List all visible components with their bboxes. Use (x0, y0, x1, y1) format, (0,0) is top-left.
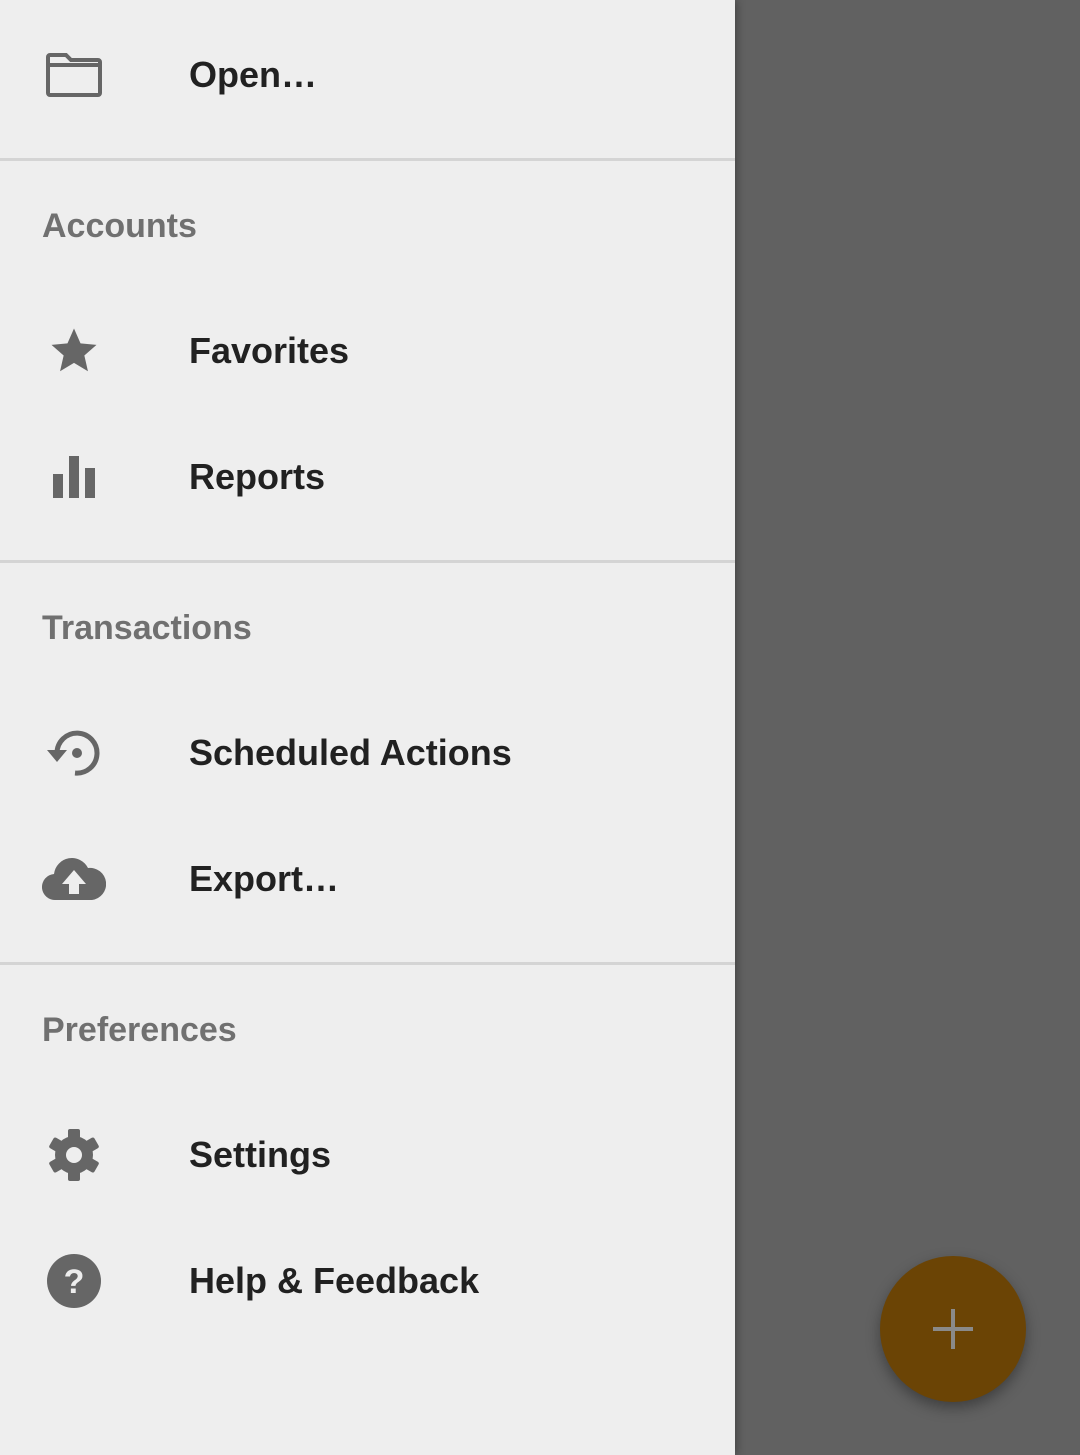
nav-item-export[interactable]: Export… (0, 816, 735, 942)
divider (0, 158, 735, 161)
add-account-fab[interactable] (880, 1256, 1026, 1402)
nav-item-label: Reports (189, 456, 326, 497)
nav-item-label: Scheduled Actions (189, 732, 512, 773)
cloud-upload-icon (42, 850, 106, 908)
nav-item-label: Export… (189, 858, 340, 899)
nav-item-settings[interactable]: Settings (0, 1092, 735, 1218)
section-header-transactions: Transactions (42, 609, 252, 647)
navigation-drawer: Open… Accounts Favorites Reports Transac… (0, 0, 735, 1455)
divider (0, 962, 735, 965)
svg-text:?: ? (64, 1263, 85, 1301)
nav-item-label: Settings (189, 1134, 332, 1175)
section-header-accounts: Accounts (42, 207, 197, 245)
section-header-preferences: Preferences (42, 1011, 237, 1049)
divider (0, 560, 735, 563)
nav-item-help-feedback[interactable]: ? Help & Feedback (0, 1218, 735, 1344)
gear-icon (42, 1126, 106, 1184)
nav-item-label: Favorites (189, 330, 350, 371)
nav-item-label: Open… (189, 54, 318, 95)
plus-icon (933, 1309, 973, 1349)
nav-item-favorites[interactable]: Favorites (0, 288, 735, 414)
nav-item-open[interactable]: Open… (0, 12, 735, 138)
help-icon: ? (42, 1252, 106, 1310)
bar-chart-icon (42, 448, 106, 506)
star-icon (42, 322, 106, 380)
nav-item-label: Help & Feedback (189, 1260, 480, 1301)
folder-icon (42, 46, 106, 104)
restore-icon (42, 724, 106, 782)
nav-item-reports[interactable]: Reports (0, 414, 735, 540)
nav-item-scheduled-actions[interactable]: Scheduled Actions (0, 690, 735, 816)
